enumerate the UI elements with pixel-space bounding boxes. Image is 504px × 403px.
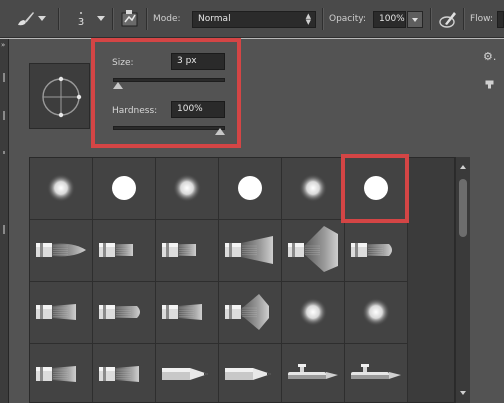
hard-round-brush-icon: [112, 176, 136, 200]
selected-preset-highlight: [341, 154, 409, 223]
soft-round-brush-icon: [299, 298, 327, 326]
airbrush-brush-icon: [351, 364, 401, 379]
brush-preset-fan-small[interactable]: [219, 282, 282, 344]
brush-preset-soft-round[interactable]: [282, 282, 345, 344]
brush-preset-airbrush[interactable]: [345, 344, 408, 402]
tablet-pressure-icon: [439, 12, 456, 28]
brush-angle-icon: [42, 76, 82, 118]
pencil-brush-icon: [225, 368, 271, 380]
brush-picker-dropdown-icon[interactable]: [97, 16, 105, 22]
opacity-field[interactable]: 100%: [373, 11, 406, 28]
soft-round-brush-icon: [173, 174, 201, 202]
panel-margin: [470, 157, 504, 403]
options-bar: 3 Mode: Normal ▲ ▼ Opacity: 100% Flow:: [0, 0, 504, 38]
dock-marker: [3, 225, 5, 234]
brush-preset-flat-bristle[interactable]: [156, 282, 219, 344]
flow-field[interactable]: [497, 11, 504, 28]
preset-scrollbar[interactable]: [455, 157, 470, 403]
brush-preset-round-blunt[interactable]: [345, 220, 408, 282]
dock-marker: [3, 73, 5, 82]
scroll-up-icon[interactable]: [460, 165, 466, 169]
flat-bristle-brush-icon: [36, 366, 76, 382]
dock-marker: [3, 151, 5, 154]
brush-preset-round-bristle[interactable]: [156, 220, 219, 282]
brush-preset-round-blunt[interactable]: [93, 282, 156, 344]
fan-brush-brush-icon: [288, 226, 338, 272]
mode-select[interactable]: Normal ▲ ▼: [192, 11, 316, 28]
flat-bristle-brush-icon: [99, 366, 139, 382]
brush-preset-soft-round[interactable]: [345, 282, 408, 344]
brush-preset-soft-round[interactable]: [282, 158, 345, 220]
flat-fan-brush-icon: [225, 236, 273, 264]
separator: [146, 8, 147, 30]
brush-picker-button[interactable]: 3: [70, 6, 92, 34]
brush-panel-icon: [121, 10, 138, 27]
brush-preset-hard-round[interactable]: [93, 158, 156, 220]
mode-value: Normal: [198, 14, 231, 24]
brush-preset-pencil[interactable]: [156, 344, 219, 402]
new-preset-icon[interactable]: [485, 80, 494, 89]
round-blunt-brush-icon: [99, 305, 140, 319]
tool-preset-dropdown-icon[interactable]: [38, 16, 46, 22]
brush-preset-airbrush[interactable]: [282, 344, 345, 402]
scroll-down-icon[interactable]: [460, 391, 466, 395]
separator: [322, 8, 323, 30]
brush-preset-soft-round[interactable]: [156, 158, 219, 220]
pencil-brush-icon: [162, 368, 208, 380]
flat-bristle-brush-icon: [162, 304, 202, 320]
brush-preset-soft-round[interactable]: [30, 158, 93, 220]
select-arrows-icon: ▲ ▼: [305, 12, 311, 26]
brush-preset-flat-bristle[interactable]: [30, 344, 93, 402]
left-dock-strip[interactable]: »: [0, 39, 9, 403]
flat-brush-brush-icon: [36, 243, 86, 257]
separator: [430, 8, 431, 30]
dock-marker: [3, 111, 5, 120]
separator: [112, 8, 113, 30]
flow-label: Flow:: [470, 14, 494, 24]
brush-preset-flat-bristle[interactable]: [30, 282, 93, 344]
opacity-label: Opacity:: [329, 14, 366, 24]
flat-bristle-brush-icon: [36, 304, 76, 320]
fan-small-brush-icon: [225, 294, 269, 330]
soft-round-brush-icon: [47, 174, 75, 202]
brush-preset-flat-fan[interactable]: [219, 220, 282, 282]
brush-preset-flat-brush[interactable]: [30, 220, 93, 282]
soft-round-brush-icon: [299, 174, 327, 202]
round-blunt-brush-icon: [351, 243, 392, 257]
round-bristle-brush-icon: [99, 243, 133, 257]
hard-round-brush-icon: [238, 176, 262, 200]
opacity-slider-button[interactable]: [407, 11, 423, 28]
settings-highlight-box: [91, 38, 241, 148]
mode-label: Mode:: [153, 14, 181, 24]
brush-dot-icon: [80, 12, 82, 14]
brush-panel-toggle[interactable]: [120, 9, 140, 29]
brush-tip-preview[interactable]: [29, 63, 90, 129]
opacity-value: 100%: [379, 14, 405, 24]
separator: [463, 8, 464, 30]
gear-icon[interactable]: ⚙.: [483, 50, 499, 64]
tablet-pressure-button[interactable]: [437, 9, 459, 29]
soft-round-brush-icon: [362, 298, 390, 326]
airbrush-brush-icon: [288, 364, 338, 379]
brush-preset-flat-bristle[interactable]: [93, 344, 156, 402]
separator: [58, 8, 59, 30]
brush-preset-fan-brush[interactable]: [282, 220, 345, 282]
brush-preset-pencil[interactable]: [219, 344, 282, 402]
brush-preset-round-bristle[interactable]: [93, 220, 156, 282]
brush-size-readout: 3: [77, 17, 85, 28]
brush-preset-hard-round[interactable]: [219, 158, 282, 220]
collapse-arrows-icon[interactable]: »: [1, 41, 5, 49]
round-bristle-brush-icon: [162, 243, 196, 257]
brush-tool-icon[interactable]: [14, 9, 36, 29]
scroll-thumb[interactable]: [459, 179, 467, 237]
